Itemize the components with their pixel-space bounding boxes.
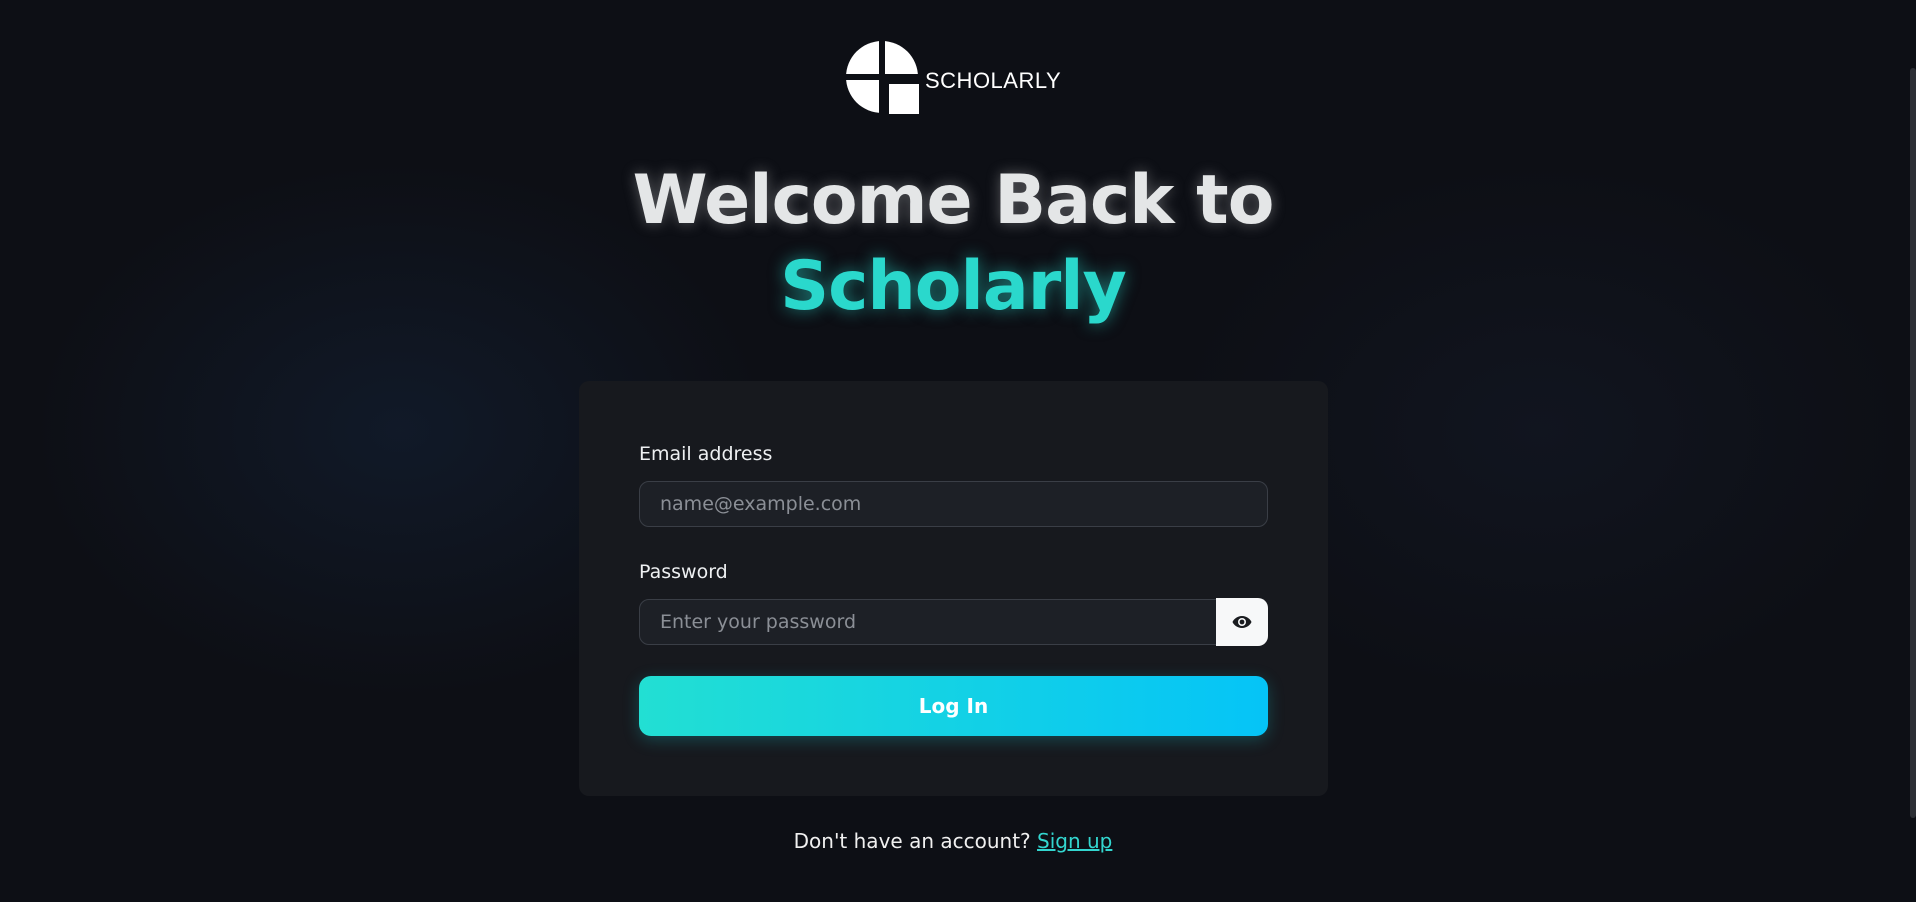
password-field[interactable] (639, 599, 1217, 645)
brand-name: SCHOLARLY (925, 68, 1062, 93)
show-password-button[interactable] (1216, 598, 1268, 646)
email-label: Email address (639, 443, 773, 465)
scrollbar[interactable] (1910, 68, 1916, 818)
login-button[interactable]: Log In (639, 676, 1268, 736)
eye-icon (1232, 616, 1252, 628)
scholarly-logo-icon (845, 40, 919, 114)
page-title: Welcome Back to Scholarly (0, 158, 1906, 330)
signup-link[interactable]: Sign up (1037, 829, 1112, 853)
title-line-2: Scholarly (780, 247, 1127, 326)
brand-logo[interactable]: SCHOLARLY (845, 40, 1061, 114)
email-field[interactable] (639, 481, 1268, 527)
login-page: SCHOLARLY Welcome Back to Scholarly Emai… (0, 0, 1916, 902)
title-line-1: Welcome Back to (632, 161, 1275, 240)
signup-prompt: Don't have an account? Sign up (0, 829, 1906, 853)
password-label: Password (639, 561, 728, 583)
signup-prompt-text: Don't have an account? (793, 829, 1031, 853)
login-card: Email address Password Log In (579, 381, 1328, 796)
